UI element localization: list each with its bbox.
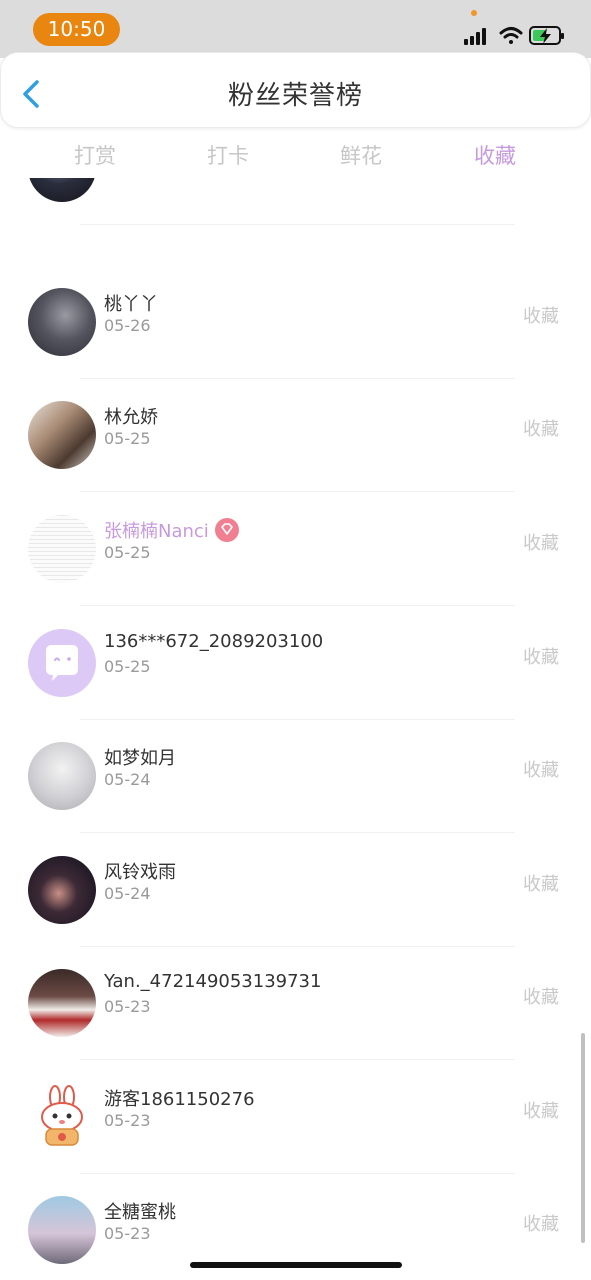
avatar [28,629,96,697]
status-bar: 10:50 [0,0,591,58]
list-item[interactable]: 桃丫丫 05-26 收藏 [0,266,591,379]
favorite-action[interactable]: 收藏 [523,643,559,669]
fan-date: 05-23 [104,1111,151,1130]
tab-favorites[interactable]: 收藏 [455,140,535,170]
fan-name: 风铃戏雨 [104,862,176,883]
avatar [28,288,96,356]
battery-charging-icon [529,26,564,45]
avatar [28,178,96,202]
favorite-action[interactable]: 收藏 [523,415,559,441]
cellular-signal-icon [464,28,486,45]
fan-date: 05-25 [104,657,151,676]
avatar [28,742,96,810]
list-item[interactable]: 136***672_2089203100 05-25 收藏 [0,607,591,720]
home-indicator[interactable] [190,1262,402,1268]
list-item[interactable]: 如梦如月 05-24 收藏 [0,720,591,833]
bunny-mascot-icon [41,1085,83,1146]
list-item[interactable]: 游客1861150276 05-23 收藏 [0,1061,591,1174]
avatar [28,1196,96,1264]
favorite-action[interactable]: 收藏 [523,302,559,328]
tab-bar: 打赏 打卡 鲜花 收藏 [0,134,591,178]
tab-checkin[interactable]: 打卡 [188,140,268,170]
list-item[interactable]: girl_70878872 05-26 收藏 [0,178,591,225]
fan-date: 05-26 [104,316,151,335]
list-item[interactable]: 张楠楠Nanci 05-25 收藏 [0,493,591,606]
list-item[interactable]: 林允娇 05-25 收藏 [0,379,591,492]
fan-name: 桃丫丫 [104,294,158,315]
fan-name: 如梦如月 [104,748,176,769]
diamond-vip-icon [214,518,239,542]
list-item[interactable]: 风铃戏雨 05-24 收藏 [0,834,591,947]
fan-date: 05-25 [104,429,151,448]
tab-flowers[interactable]: 鲜花 [321,140,401,170]
fan-name-text: 张楠楠Nanci [104,521,209,542]
chat-bubble-icon [46,645,78,681]
fan-name: 全糖蜜桃 [104,1202,176,1223]
avatar [28,515,96,583]
fan-date: 05-23 [104,997,151,1016]
fan-name: 136***672_2089203100 [104,631,324,652]
divider [80,832,515,833]
favorite-action[interactable]: 收藏 [523,529,559,555]
privacy-indicator-dot [471,10,477,16]
page-title: 粉丝荣誉榜 [227,81,363,111]
fan-date: 05-23 [104,1224,151,1243]
nav-header: 粉丝荣誉榜 [0,52,591,128]
avatar [28,401,96,469]
favorite-action[interactable]: 收藏 [523,756,559,782]
favorite-action[interactable]: 收藏 [523,870,559,896]
avatar [28,856,96,924]
fan-date: 05-26 [104,178,151,181]
favorite-action[interactable]: 收藏 [523,1097,559,1123]
avatar [28,969,96,1037]
avatar [28,1083,96,1151]
tab-reward[interactable]: 打赏 [55,140,135,170]
fan-date: 05-25 [104,543,151,562]
fan-name: Yan._472149053139731 [104,971,322,992]
fan-list: girl_70878872 05-26 收藏 桃丫丫 05-26 收藏 林允娇 … [0,178,591,1280]
list-item[interactable]: Yan._472149053139731 05-23 收藏 [0,947,591,1060]
divider [80,224,515,225]
scrollbar[interactable] [581,1033,585,1243]
divider [80,605,515,606]
wifi-icon [499,27,523,44]
status-icons [464,26,564,45]
favorite-action[interactable]: 收藏 [523,1210,559,1236]
fan-name: 游客1861150276 [104,1089,255,1110]
divider [80,1059,515,1060]
divider [80,491,515,492]
fan-date: 05-24 [104,884,151,903]
fan-date: 05-24 [104,770,151,789]
favorite-action[interactable]: 收藏 [523,983,559,1009]
fan-name-vip: 张楠楠Nanci [104,517,239,544]
status-time: 10:50 [33,13,120,46]
fan-name: 林允娇 [104,407,158,428]
